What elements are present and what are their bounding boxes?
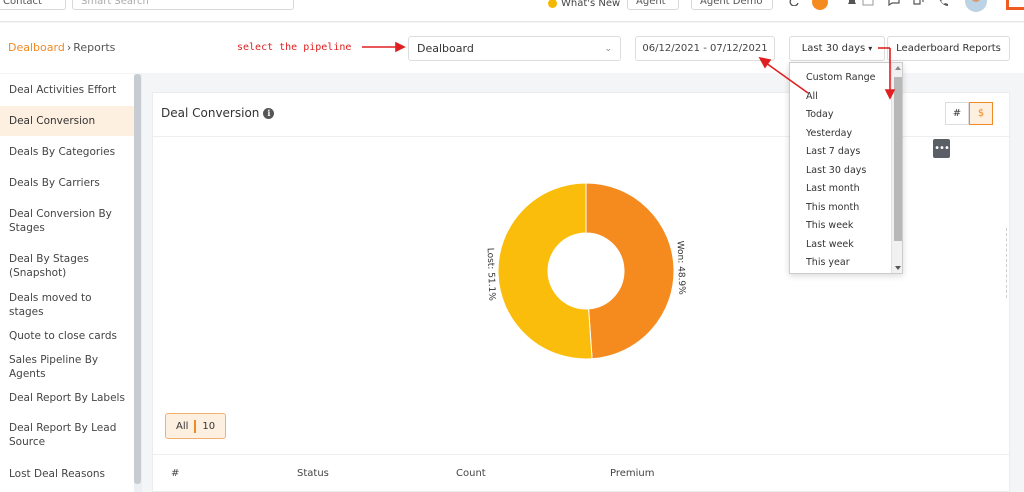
period-dropdown-menu: Custom Range All Today Yesterday Last 7 … xyxy=(789,62,903,274)
scroll-down-icon[interactable] xyxy=(895,266,901,270)
period-option-all[interactable]: All xyxy=(806,91,818,102)
donut-label-lost: Lost: 51.1% xyxy=(486,248,496,302)
sidebar-scrollbar-thumb[interactable] xyxy=(134,74,141,484)
sidebar-item-lost-deal-reasons[interactable]: Lost Deal Reasons xyxy=(0,466,134,482)
period-option-this-year[interactable]: This year xyxy=(806,257,850,268)
table-header: # Status Count Premium xyxy=(153,454,1011,492)
whats-new-link[interactable]: What's New xyxy=(540,0,629,12)
period-option-last-month[interactable]: Last month xyxy=(806,183,860,194)
agent-demo-button[interactable]: Agent Demo xyxy=(691,0,773,10)
report-sidebar: Deal Activities Effort Deal Conversion D… xyxy=(0,74,142,492)
brand-logo-icon xyxy=(1006,0,1024,10)
info-icon[interactable]: i xyxy=(263,107,275,119)
sidebar-item-deal-activities-effort[interactable]: Deal Activities Effort xyxy=(0,82,134,98)
period-option-last-7-days[interactable]: Last 7 days xyxy=(806,146,860,157)
sidebar-item-quote-to-close-cards[interactable]: Quote to close cards xyxy=(0,328,134,344)
column-header-premium[interactable]: Premium xyxy=(610,468,655,479)
sidebar-item-deal-by-stages-snapshot[interactable]: Deal By Stages (Snapshot) xyxy=(0,251,134,281)
filter-group[interactable]: All 10 xyxy=(165,413,227,439)
donut-slices xyxy=(497,182,675,360)
sidebar-item-deals-by-categories[interactable]: Deals By Categories xyxy=(0,144,134,160)
breadcrumb-dealboard-link[interactable]: Dealboard xyxy=(8,41,65,54)
column-header-index[interactable]: # xyxy=(171,468,179,479)
leaderboard-reports-button[interactable]: Leaderboard Reports xyxy=(887,36,1010,61)
chat-icon[interactable] xyxy=(888,0,900,6)
period-option-last-week[interactable]: Last week xyxy=(806,239,854,250)
dropdown-scrollbar-thumb[interactable] xyxy=(894,77,902,241)
column-header-count[interactable]: Count xyxy=(456,468,486,479)
period-option-custom-range[interactable]: Custom Range xyxy=(806,72,876,83)
filter-count-label: 10 xyxy=(202,420,216,432)
period-option-yesterday[interactable]: Yesterday xyxy=(806,128,852,139)
dropdown-scrollbar[interactable] xyxy=(891,63,902,273)
sidebar-item-deal-report-by-lead-source[interactable]: Deal Report By Lead Source xyxy=(0,420,134,450)
filter-separator xyxy=(194,419,197,433)
sidebar-item-deal-conversion[interactable]: Deal Conversion xyxy=(0,106,134,136)
period-option-last-30-days[interactable]: Last 30 days xyxy=(806,165,866,176)
chevron-down-icon: ⌄ xyxy=(604,43,612,54)
phone-icon[interactable] xyxy=(937,0,949,6)
scroll-up-icon[interactable] xyxy=(895,66,901,70)
donut-label-won: Won: 48.9% xyxy=(675,241,686,296)
period-dropdown-label: Last 30 days xyxy=(801,43,866,54)
breadcrumb: Dealboard › Reports xyxy=(8,41,115,54)
deal-conversion-donut-chart: Won: 48.9% Lost: 51.1% xyxy=(486,182,686,360)
filter-all-label[interactable]: All xyxy=(176,421,188,432)
contact-button[interactable]: Contact xyxy=(0,0,66,10)
period-option-this-week[interactable]: This week xyxy=(806,220,853,231)
donut-slice-won[interactable] xyxy=(585,182,675,360)
whats-new-icon xyxy=(548,0,557,8)
export-icon[interactable] xyxy=(912,0,924,6)
card-title-text: Deal Conversion xyxy=(161,106,260,120)
breadcrumb-current: Reports xyxy=(73,41,116,54)
bell-icon[interactable] xyxy=(846,0,858,6)
premium-toggle-button[interactable]: $ xyxy=(969,102,993,125)
whats-new-label: What's New xyxy=(561,0,621,9)
sidebar-item-deals-by-carriers[interactable]: Deals By Carriers xyxy=(0,175,134,191)
annotation-select-pipeline: select the pipeline xyxy=(237,42,352,53)
sidebar-scrollbar[interactable] xyxy=(134,74,141,492)
period-option-this-month[interactable]: This month xyxy=(806,202,859,213)
sidebar-item-deal-report-by-labels[interactable]: Deal Report By Labels xyxy=(0,390,134,406)
card-title: Deal Conversion i xyxy=(161,106,275,120)
user-avatar[interactable] xyxy=(965,0,987,12)
donut-slice-lost[interactable] xyxy=(497,182,593,360)
dashed-guide xyxy=(1006,228,1007,298)
period-dropdown-button[interactable]: Last 30 days ▾ xyxy=(789,36,885,61)
more-options-button[interactable]: ••• xyxy=(933,139,950,158)
agent-button[interactable]: Agent xyxy=(627,0,679,10)
date-range-input[interactable]: 06/12/2021 - 07/12/2021 xyxy=(635,36,775,61)
smart-search-input[interactable]: Smart Search xyxy=(72,0,294,10)
pipeline-select[interactable]: Dealboard ⌄ xyxy=(408,36,621,61)
sidebar-item-deals-moved-to-stages[interactable]: Deals moved to stages xyxy=(0,292,134,318)
period-option-today[interactable]: Today xyxy=(806,109,833,120)
pipeline-select-value: Dealboard xyxy=(417,42,474,55)
caret-down-icon: ▾ xyxy=(868,44,873,53)
column-header-status[interactable]: Status xyxy=(297,468,329,479)
top-bar: Contact Smart Search What's New Agent Ag… xyxy=(0,0,1024,22)
grid-icon[interactable] xyxy=(862,0,874,6)
refresh-icon[interactable] xyxy=(788,0,800,6)
sidebar-item-sales-pipeline-by-agents[interactable]: Sales Pipeline By Agents xyxy=(0,354,134,380)
notification-badge-icon[interactable] xyxy=(812,0,828,10)
breadcrumb-separator-icon: › xyxy=(66,41,72,54)
metric-toggle: # $ xyxy=(945,102,993,125)
sidebar-item-deal-conversion-by-stages[interactable]: Deal Conversion By Stages xyxy=(0,206,134,236)
count-toggle-button[interactable]: # xyxy=(945,102,969,125)
